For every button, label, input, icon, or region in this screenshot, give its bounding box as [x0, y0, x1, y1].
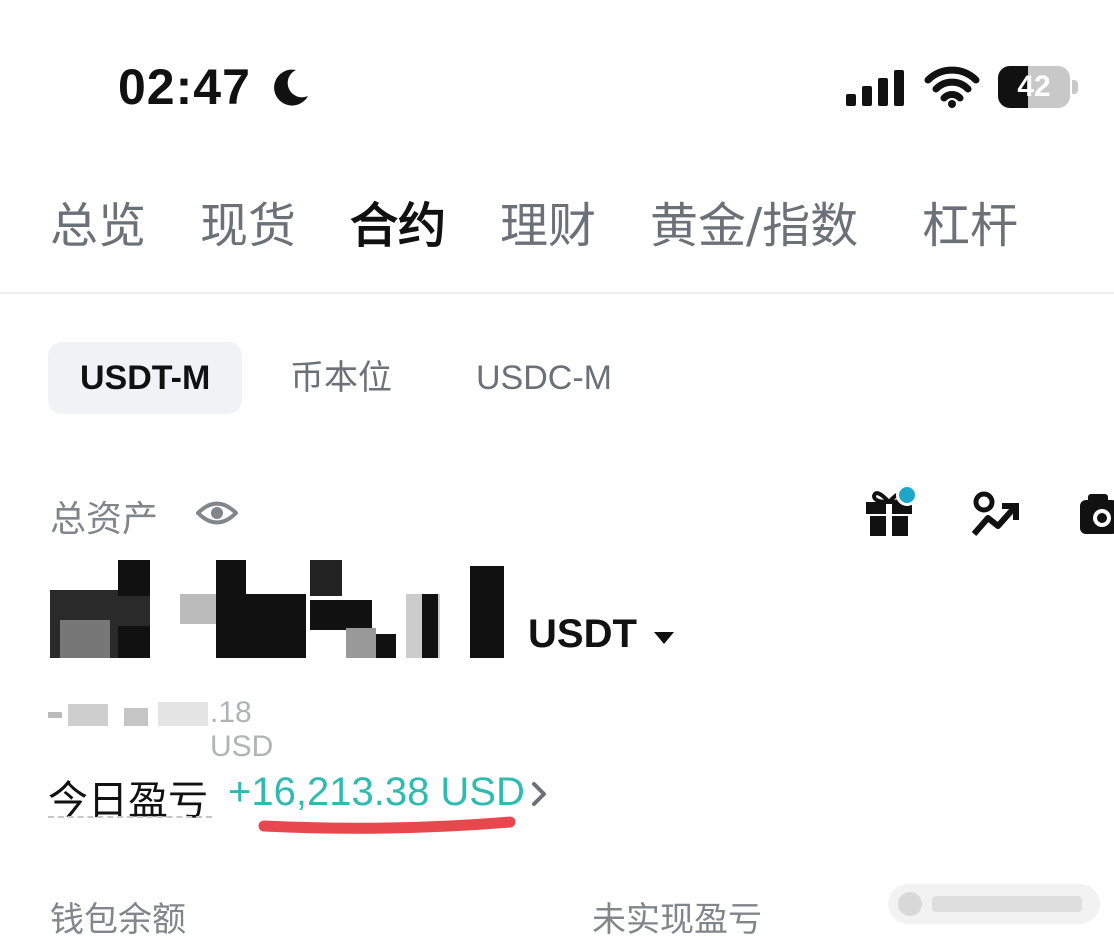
pnl-label-underline — [48, 816, 212, 818]
referral-icon[interactable] — [970, 490, 1020, 538]
tab-margin[interactable]: 杠杆 — [922, 190, 1018, 262]
today-pnl-value[interactable]: +16,213.38 USD — [228, 770, 525, 815]
unit-dropdown-icon[interactable] — [654, 632, 674, 644]
moon-icon — [274, 69, 308, 106]
watermark-logo — [888, 884, 1100, 924]
eye-icon[interactable] — [196, 496, 238, 530]
subtab-coin-m[interactable]: 币本位 — [290, 342, 392, 414]
signal-icon — [846, 70, 904, 106]
tab-spot[interactable]: 现货 — [200, 190, 296, 262]
wifi-icon — [924, 66, 980, 108]
tab-gold-index[interactable]: 黄金/指数 — [650, 190, 858, 262]
approx-value: .18 USD — [48, 696, 308, 763]
tab-earn[interactable]: 理财 — [500, 190, 596, 262]
balance-unit[interactable]: USDT — [528, 612, 637, 657]
battery-icon: 42 — [998, 66, 1078, 110]
subtab-usdc-m[interactable]: USDC-M — [476, 342, 612, 414]
approx-value-text: .18 USD — [210, 696, 274, 763]
tab-overview[interactable]: 总览 — [50, 190, 146, 262]
wallet-balance-label: 钱包余额 — [50, 900, 186, 936]
status-bar: 02:47 42 — [0, 0, 1114, 150]
chevron-right-icon[interactable] — [530, 780, 550, 808]
balance-obscured — [50, 560, 505, 660]
highlight-underline-mark — [258, 816, 516, 834]
tab-futures[interactable]: 合约 — [350, 190, 446, 262]
battery-percent: 42 — [1017, 70, 1051, 103]
camera-icon[interactable] — [1078, 490, 1114, 536]
subtab-usdt-m[interactable]: USDT-M — [48, 342, 243, 414]
status-time: 02:47 — [118, 59, 251, 115]
total-assets-label: 总资产 — [50, 499, 159, 540]
tab-divider — [0, 292, 1114, 294]
main-tabs: 总览 现货 合约 理财 黄金/指数 杠杆 — [0, 190, 1114, 270]
unrealized-pnl-label: 未实现盈亏 — [592, 900, 762, 936]
notification-dot — [896, 484, 918, 506]
